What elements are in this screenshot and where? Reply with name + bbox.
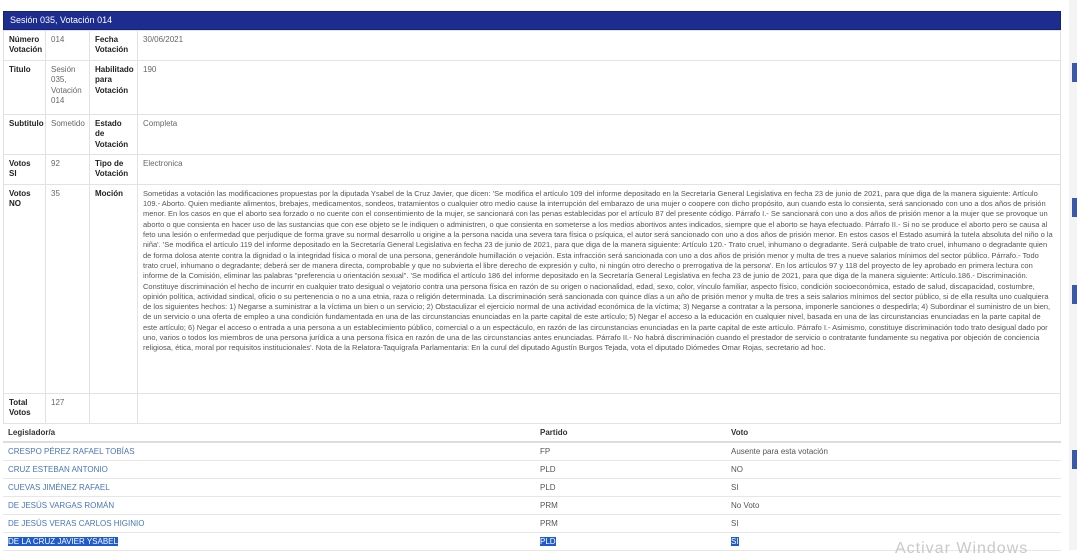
legislador-link[interactable]: DE JESÚS VARGAS ROMÁN xyxy=(3,496,535,515)
subtitulo-label: Subtitulo xyxy=(3,114,46,155)
estado-value: Completa xyxy=(137,114,1061,155)
voto-cell: SI xyxy=(731,537,739,546)
partido-cell: PLD xyxy=(535,460,726,479)
total-label: Total Votos xyxy=(3,392,46,424)
voto-cell: NO xyxy=(726,460,1061,479)
empty-cell xyxy=(89,392,138,424)
numero-label: Número Votación xyxy=(3,30,46,61)
table-row: CRUZ ESTEBAN ANTONIO PLD NO xyxy=(3,460,1061,479)
subtitulo-value: Sometido xyxy=(45,114,90,155)
windows-activation-watermark: Activar Windows xyxy=(895,540,1029,557)
fecha-label: Fecha Votación xyxy=(89,30,138,61)
voto-cell: SI xyxy=(726,514,1061,533)
partido-cell: FP xyxy=(535,442,726,461)
voto-cell: Ausente para esta votación xyxy=(726,442,1061,461)
tipo-label: Tipo de Votación xyxy=(89,153,138,185)
table-row: DE JESÚS VERAS CARLOS HIGINIO PRM SI xyxy=(3,514,1061,533)
legislador-link[interactable]: DE JESÚS VERAS CARLOS HIGINIO xyxy=(3,514,535,533)
estado-label: Estado de Votación xyxy=(89,114,138,155)
table-row: CRESPO PÉREZ RAFAEL TOBÍAS FP Ausente pa… xyxy=(3,442,1061,461)
numero-value: 014 xyxy=(45,30,90,61)
side-accent xyxy=(1072,63,1077,82)
titulo-label: Titulo xyxy=(3,60,46,115)
fecha-value: 30/06/2021 xyxy=(137,30,1061,61)
voto-cell: No Voto xyxy=(726,496,1061,515)
legislador-link[interactable]: CUEVAS JIMÉNEZ RAFAEL xyxy=(3,478,535,497)
partido-cell: PLD xyxy=(540,537,556,546)
side-accent xyxy=(1072,450,1077,469)
votos-si-value: 92 xyxy=(45,153,90,185)
titulo-value: Sesión 035, Votación 014 xyxy=(45,60,90,115)
votos-si-label: Votos SI xyxy=(3,153,46,185)
col-legislador[interactable]: Legislador/a xyxy=(3,423,535,443)
legislador-link[interactable]: CRESPO PÉREZ RAFAEL TOBÍAS xyxy=(3,442,535,461)
habilitado-value: 190 xyxy=(137,60,1061,115)
empty-cell xyxy=(137,392,1061,424)
col-partido[interactable]: Partido xyxy=(535,423,726,443)
voto-cell: SI xyxy=(726,478,1061,497)
partido-cell-wrap: PLD xyxy=(535,532,726,551)
side-accent xyxy=(1072,198,1077,217)
habilitado-label: Habilitado para Votación xyxy=(89,60,138,115)
mocion-text: Sometidas a votación las modificaciones … xyxy=(137,183,1061,394)
total-value: 127 xyxy=(45,392,90,424)
legislador-link[interactable]: DE LA CRUZ JAVIER YSABEL xyxy=(8,537,118,546)
votos-no-value: 35 xyxy=(45,183,90,394)
partido-cell: PRM xyxy=(535,514,726,533)
col-voto[interactable]: Voto xyxy=(726,423,1061,443)
table-row: CUEVAS JIMÉNEZ RAFAEL PLD SI xyxy=(3,478,1061,497)
legislador-link[interactable]: CRUZ ESTEBAN ANTONIO xyxy=(3,460,535,479)
votacion-info-table: Número Votación 014 Fecha Votación 30/06… xyxy=(3,30,1061,424)
table-row: DE JESÚS VARGAS ROMÁN PRM No Voto xyxy=(3,496,1061,515)
side-accent xyxy=(1072,285,1077,304)
votacion-panel: Sesión 035, Votación 014 Número Votación… xyxy=(3,11,1061,424)
partido-cell: PLD xyxy=(535,478,726,497)
mocion-label: Moción xyxy=(89,183,138,394)
tipo-value: Electronica xyxy=(137,153,1061,185)
votos-no-label: Votos NO xyxy=(3,183,46,394)
legislador-cell: DE LA CRUZ JAVIER YSABEL xyxy=(3,532,535,551)
votes-table: Legislador/a Partido Voto CRESPO PÉREZ R… xyxy=(3,423,1061,551)
panel-title: Sesión 035, Votación 014 xyxy=(3,11,1061,30)
partido-cell: PRM xyxy=(535,496,726,515)
